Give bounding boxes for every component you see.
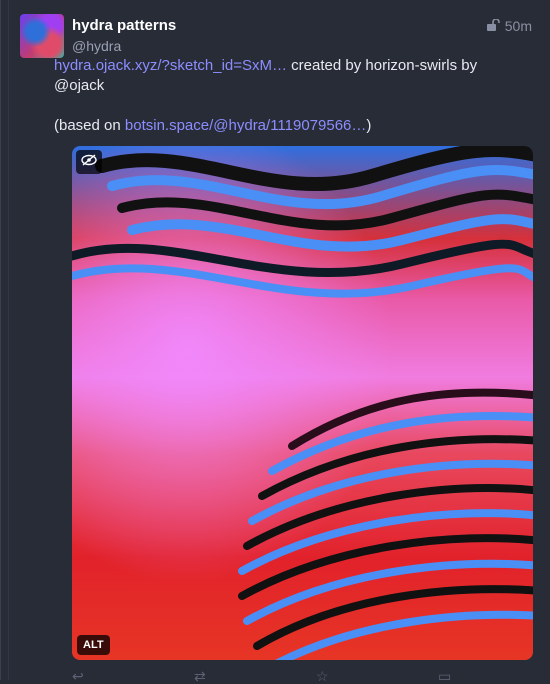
bookmark-icon[interactable]: ▭ bbox=[438, 669, 452, 683]
status-content: hydra.ojack.xyz/?sketch_id=SxM… created … bbox=[54, 56, 524, 156]
display-name[interactable]: hydra patterns bbox=[72, 17, 176, 34]
column-border bbox=[0, 0, 1, 680]
favourite-icon[interactable]: ☆ bbox=[316, 669, 330, 683]
content-line-2: (based on botsin.space/@hydra/1119079566… bbox=[54, 116, 524, 136]
timestamp[interactable]: 50m bbox=[505, 18, 532, 34]
status-meta: 50m bbox=[486, 18, 532, 34]
unlock-icon bbox=[486, 18, 501, 34]
sketch-link[interactable]: hydra.ojack.xyz/?sketch_id=SxM… bbox=[54, 57, 287, 74]
avatar[interactable] bbox=[20, 14, 64, 58]
media-image[interactable] bbox=[72, 146, 533, 660]
account-handle[interactable]: @hydra bbox=[72, 38, 121, 54]
thread-line bbox=[8, 0, 9, 680]
reply-icon[interactable]: ↩ bbox=[72, 669, 86, 683]
based-on-suffix: ) bbox=[366, 117, 372, 134]
based-on-link[interactable]: botsin.space/@hydra/1119079566… bbox=[125, 117, 367, 134]
alt-badge[interactable]: ALT bbox=[77, 635, 110, 655]
content-line-1: hydra.ojack.xyz/?sketch_id=SxM… created … bbox=[54, 56, 524, 96]
hide-media-button[interactable] bbox=[76, 150, 102, 174]
based-on-prefix: (based on bbox=[54, 117, 125, 134]
action-bar: ↩ ⇄ ☆ ▭ bbox=[72, 669, 452, 683]
eye-slash-icon bbox=[81, 153, 97, 171]
boost-icon[interactable]: ⇄ bbox=[194, 669, 208, 683]
